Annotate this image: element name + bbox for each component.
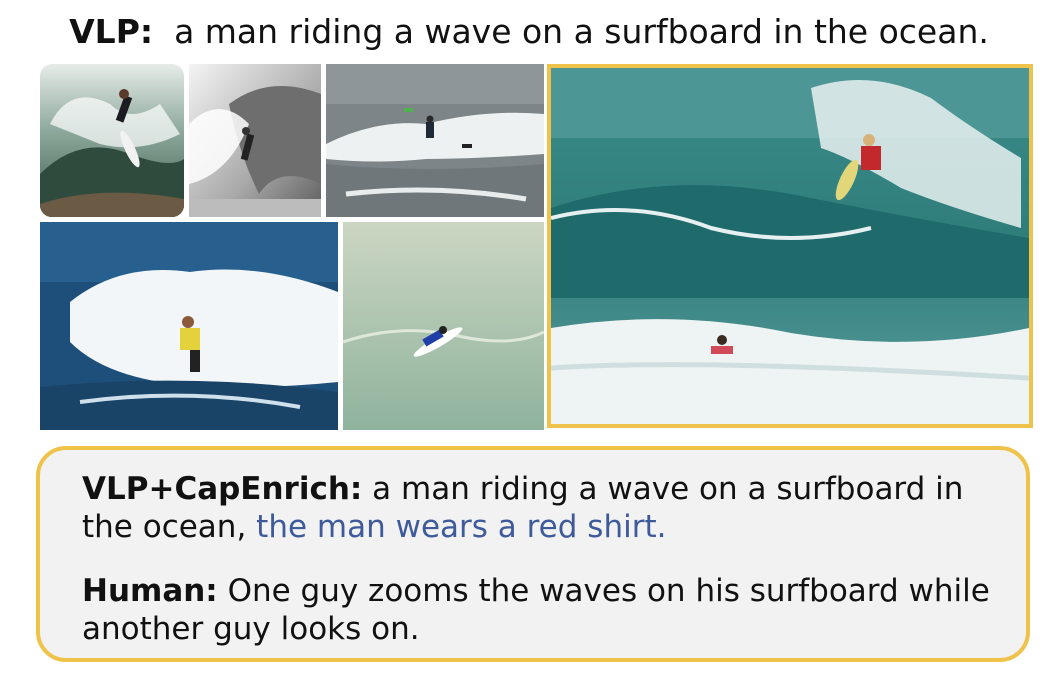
human-caption: Human: One guy zooms the waves on his su… bbox=[82, 572, 1002, 648]
caption-panel: VLP+CapEnrich: a man riding a wave on a … bbox=[36, 446, 1030, 662]
surf-photo-4 bbox=[40, 222, 338, 430]
surf-photo-5 bbox=[343, 222, 544, 430]
surf-photo-3 bbox=[326, 64, 544, 217]
surf-photo-1 bbox=[40, 64, 184, 217]
vlp-label: VLP: bbox=[69, 12, 154, 51]
enriched-caption: VLP+CapEnrich: a man riding a wave on a … bbox=[82, 470, 1002, 546]
enriched-highlight: the man wears a red shirt. bbox=[256, 509, 667, 545]
human-label: Human: bbox=[82, 573, 218, 609]
surf-photo-2 bbox=[189, 64, 321, 217]
enriched-label: VLP+CapEnrich: bbox=[82, 471, 363, 507]
surf-photo-main bbox=[547, 64, 1033, 428]
human-text: One guy zooms the waves on his surfboard… bbox=[82, 573, 990, 647]
vlp-caption-text: a man riding a wave on a surfboard in th… bbox=[174, 12, 989, 51]
vlp-caption: VLP: a man riding a wave on a surfboard … bbox=[0, 12, 1058, 51]
